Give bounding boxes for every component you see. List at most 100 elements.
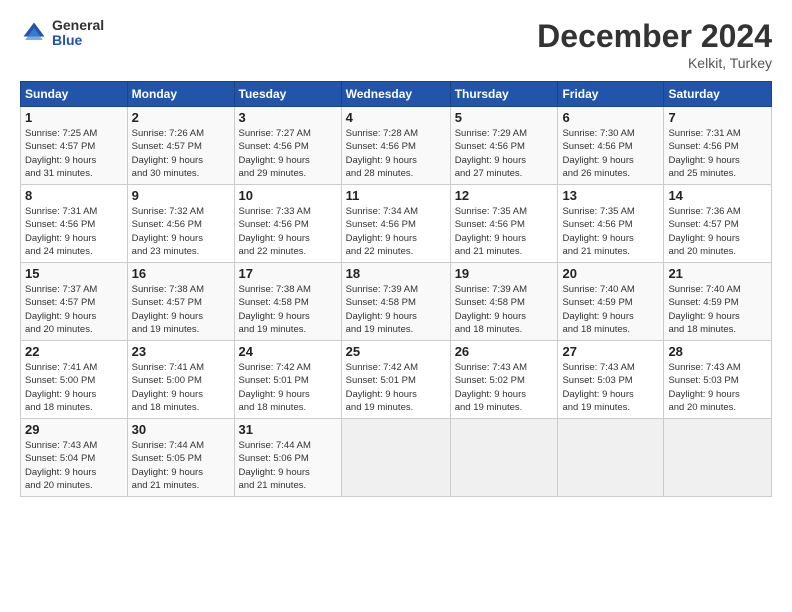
day-info: Sunrise: 7:38 AM Sunset: 4:57 PM Dayligh… xyxy=(132,283,230,336)
day-number: 21 xyxy=(668,266,767,281)
day-info: Sunrise: 7:40 AM Sunset: 4:59 PM Dayligh… xyxy=(668,283,767,336)
calendar-cell: 6Sunrise: 7:30 AM Sunset: 4:56 PM Daylig… xyxy=(558,107,664,185)
day-info: Sunrise: 7:32 AM Sunset: 4:56 PM Dayligh… xyxy=(132,205,230,258)
day-info: Sunrise: 7:34 AM Sunset: 4:56 PM Dayligh… xyxy=(346,205,446,258)
calendar-table: Sunday Monday Tuesday Wednesday Thursday… xyxy=(20,81,772,497)
calendar-cell: 15Sunrise: 7:37 AM Sunset: 4:57 PM Dayli… xyxy=(21,263,128,341)
day-number: 23 xyxy=(132,344,230,359)
day-number: 26 xyxy=(455,344,554,359)
calendar-cell: 5 Sunrise: 7:29 AM Sunset: 4:56 PM Daylig… xyxy=(450,107,558,185)
calendar-cell: 19Sunrise: 7:39 AM Sunset: 4:58 PM Dayli… xyxy=(450,263,558,341)
day-info: Sunrise: 7:43 AM Sunset: 5:03 PM Dayligh… xyxy=(562,361,659,414)
col-thursday: Thursday xyxy=(450,82,558,107)
day-info: Sunrise: 7:41 AM Sunset: 5:00 PM Dayligh… xyxy=(132,361,230,414)
day-info: Sunrise: 7:25 AM Sunset: 4:57 PM Dayligh… xyxy=(25,127,123,180)
day-number: 31 xyxy=(239,422,337,437)
day-info: Sunrise: 7:29 AM Sunset: 4:56 PM Dayligh… xyxy=(455,127,554,180)
calendar-cell xyxy=(558,419,664,497)
calendar-cell xyxy=(341,419,450,497)
calendar-cell: 2Sunrise: 7:26 AM Sunset: 4:57 PM Daylig… xyxy=(127,107,234,185)
day-info: Sunrise: 7:35 AM Sunset: 4:56 PM Dayligh… xyxy=(455,205,554,258)
page: General Blue December 2024 Kelkit, Turke… xyxy=(0,0,792,507)
calendar-cell: 28 Sunrise: 7:43 AM Sunset: 5:03 PM Dayli… xyxy=(664,341,772,419)
day-info: Sunrise: 7:40 AM Sunset: 4:59 PM Dayligh… xyxy=(562,283,659,336)
day-info: Sunrise: 7:36 AM Sunset: 4:57 PM Dayligh… xyxy=(668,205,767,258)
header: General Blue December 2024 Kelkit, Turke… xyxy=(20,18,772,71)
day-number: 20 xyxy=(562,266,659,281)
calendar-cell: 27 Sunrise: 7:43 AM Sunset: 5:03 PM Dayli… xyxy=(558,341,664,419)
calendar-cell: 21 Sunrise: 7:40 AM Sunset: 4:59 PM Dayli… xyxy=(664,263,772,341)
month-title: December 2024 xyxy=(537,18,772,55)
calendar-cell: 9 Sunrise: 7:32 AM Sunset: 4:56 PM Daylig… xyxy=(127,185,234,263)
calendar-cell: 16 Sunrise: 7:38 AM Sunset: 4:57 PM Dayli… xyxy=(127,263,234,341)
day-info: Sunrise: 7:38 AM Sunset: 4:58 PM Dayligh… xyxy=(239,283,337,336)
day-number: 10 xyxy=(239,188,337,203)
day-number: 3 xyxy=(239,110,337,125)
calendar-cell: 1 Sunrise: 7:25 AM Sunset: 4:57 PM Daylig… xyxy=(21,107,128,185)
calendar-cell: 30 Sunrise: 7:44 AM Sunset: 5:05 PM Dayli… xyxy=(127,419,234,497)
day-info: Sunrise: 7:37 AM Sunset: 4:57 PM Dayligh… xyxy=(25,283,123,336)
calendar-week-4: 22Sunrise: 7:41 AM Sunset: 5:00 PM Dayli… xyxy=(21,341,772,419)
logo-blue-text: Blue xyxy=(52,33,104,48)
day-number: 19 xyxy=(455,266,554,281)
col-sunday: Sunday xyxy=(21,82,128,107)
calendar-cell: 12Sunrise: 7:35 AM Sunset: 4:56 PM Dayli… xyxy=(450,185,558,263)
calendar-cell: 24 Sunrise: 7:42 AM Sunset: 5:01 PM Dayli… xyxy=(234,341,341,419)
calendar-cell: 26 Sunrise: 7:43 AM Sunset: 5:02 PM Dayli… xyxy=(450,341,558,419)
day-info: Sunrise: 7:28 AM Sunset: 4:56 PM Dayligh… xyxy=(346,127,446,180)
day-info: Sunrise: 7:41 AM Sunset: 5:00 PM Dayligh… xyxy=(25,361,123,414)
day-number: 11 xyxy=(346,188,446,203)
logo-general-text: General xyxy=(52,18,104,33)
logo-text: General Blue xyxy=(52,18,104,49)
header-row: Sunday Monday Tuesday Wednesday Thursday… xyxy=(21,82,772,107)
day-number: 5 xyxy=(455,110,554,125)
calendar-cell: 10 Sunrise: 7:33 AM Sunset: 4:56 PM Dayli… xyxy=(234,185,341,263)
subtitle: Kelkit, Turkey xyxy=(537,55,772,71)
day-info: Sunrise: 7:27 AM Sunset: 4:56 PM Dayligh… xyxy=(239,127,337,180)
calendar-cell xyxy=(450,419,558,497)
calendar-week-5: 29 Sunrise: 7:43 AM Sunset: 5:04 PM Dayli… xyxy=(21,419,772,497)
calendar-cell: 13Sunrise: 7:35 AM Sunset: 4:56 PM Dayli… xyxy=(558,185,664,263)
day-info: Sunrise: 7:33 AM Sunset: 4:56 PM Dayligh… xyxy=(239,205,337,258)
calendar-week-1: 1 Sunrise: 7:25 AM Sunset: 4:57 PM Daylig… xyxy=(21,107,772,185)
logo-icon xyxy=(20,19,48,47)
day-number: 27 xyxy=(562,344,659,359)
day-number: 24 xyxy=(239,344,337,359)
day-number: 8 xyxy=(25,188,123,203)
day-number: 17 xyxy=(239,266,337,281)
day-info: Sunrise: 7:39 AM Sunset: 4:58 PM Dayligh… xyxy=(346,283,446,336)
day-number: 30 xyxy=(132,422,230,437)
col-tuesday: Tuesday xyxy=(234,82,341,107)
day-info: Sunrise: 7:43 AM Sunset: 5:03 PM Dayligh… xyxy=(668,361,767,414)
calendar-cell: 7Sunrise: 7:31 AM Sunset: 4:56 PM Daylig… xyxy=(664,107,772,185)
day-info: Sunrise: 7:43 AM Sunset: 5:04 PM Dayligh… xyxy=(25,439,123,492)
day-info: Sunrise: 7:42 AM Sunset: 5:01 PM Dayligh… xyxy=(346,361,446,414)
day-info: Sunrise: 7:31 AM Sunset: 4:56 PM Dayligh… xyxy=(668,127,767,180)
day-number: 25 xyxy=(346,344,446,359)
day-info: Sunrise: 7:44 AM Sunset: 5:06 PM Dayligh… xyxy=(239,439,337,492)
col-wednesday: Wednesday xyxy=(341,82,450,107)
day-info: Sunrise: 7:42 AM Sunset: 5:01 PM Dayligh… xyxy=(239,361,337,414)
col-monday: Monday xyxy=(127,82,234,107)
day-info: Sunrise: 7:31 AM Sunset: 4:56 PM Dayligh… xyxy=(25,205,123,258)
day-number: 16 xyxy=(132,266,230,281)
day-number: 29 xyxy=(25,422,123,437)
calendar-cell: 4Sunrise: 7:28 AM Sunset: 4:56 PM Daylig… xyxy=(341,107,450,185)
calendar-cell: 11 Sunrise: 7:34 AM Sunset: 4:56 PM Dayli… xyxy=(341,185,450,263)
day-number: 18 xyxy=(346,266,446,281)
day-number: 6 xyxy=(562,110,659,125)
calendar-cell: 22Sunrise: 7:41 AM Sunset: 5:00 PM Dayli… xyxy=(21,341,128,419)
calendar-cell: 20 Sunrise: 7:40 AM Sunset: 4:59 PM Dayli… xyxy=(558,263,664,341)
day-number: 28 xyxy=(668,344,767,359)
day-number: 1 xyxy=(25,110,123,125)
day-number: 9 xyxy=(132,188,230,203)
calendar-week-2: 8 Sunrise: 7:31 AM Sunset: 4:56 PM Daylig… xyxy=(21,185,772,263)
day-number: 14 xyxy=(668,188,767,203)
calendar-cell: 25 Sunrise: 7:42 AM Sunset: 5:01 PM Dayli… xyxy=(341,341,450,419)
title-section: December 2024 Kelkit, Turkey xyxy=(537,18,772,71)
calendar-cell: 29 Sunrise: 7:43 AM Sunset: 5:04 PM Dayli… xyxy=(21,419,128,497)
day-number: 2 xyxy=(132,110,230,125)
day-info: Sunrise: 7:43 AM Sunset: 5:02 PM Dayligh… xyxy=(455,361,554,414)
calendar-cell: 31 Sunrise: 7:44 AM Sunset: 5:06 PM Dayli… xyxy=(234,419,341,497)
day-info: Sunrise: 7:44 AM Sunset: 5:05 PM Dayligh… xyxy=(132,439,230,492)
